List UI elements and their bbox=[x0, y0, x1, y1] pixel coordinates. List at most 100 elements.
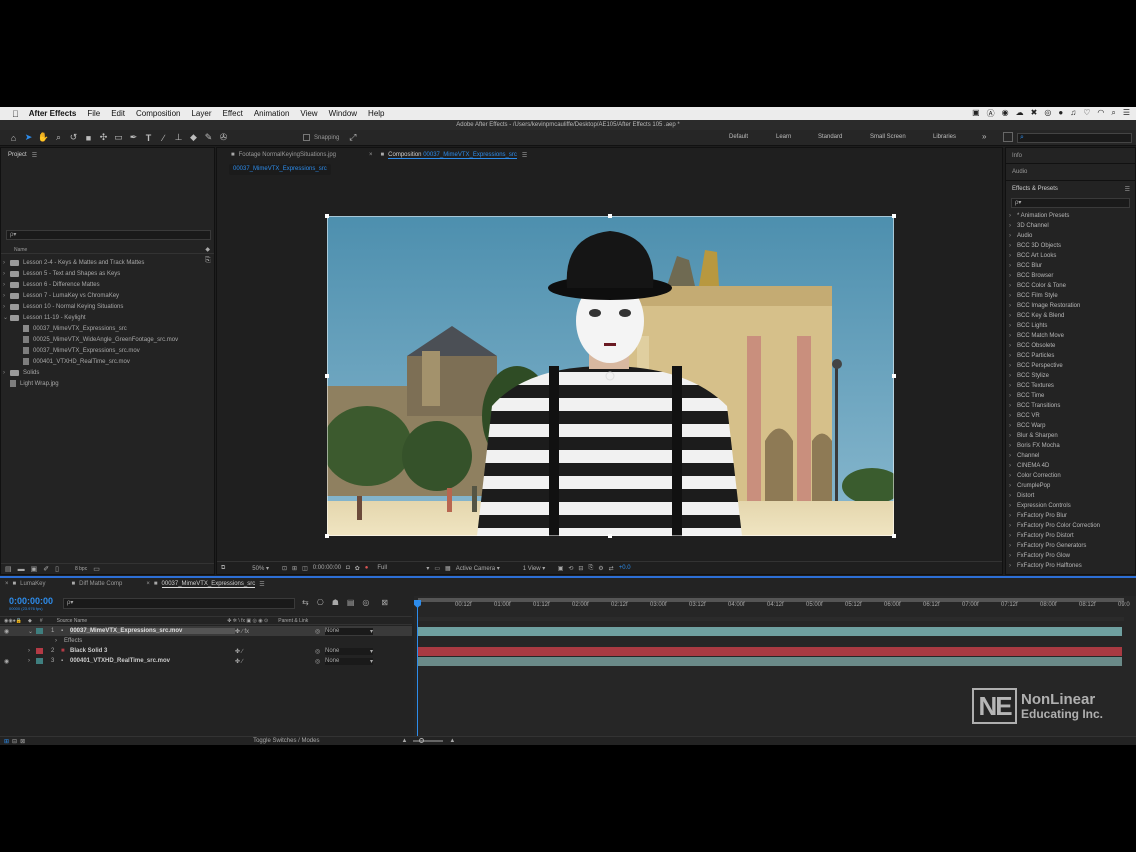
tab-diff-matte-comp[interactable]: Diff Matte Comp bbox=[79, 581, 122, 587]
table-row[interactable]: ◉ ⌄ 1 ▪ 00037_MimeVTX_Expressions_src.mo… bbox=[0, 626, 412, 636]
list-item[interactable]: 00037_MimeVTX_Expressions_src.mov bbox=[3, 345, 203, 356]
zoom-dropdown[interactable]: 50% ▾ bbox=[252, 565, 269, 572]
bpc-label[interactable]: 8 bpc bbox=[75, 566, 87, 572]
expand-arrow-icon[interactable]: › bbox=[1009, 253, 1017, 259]
fast-previews-icon[interactable]: ⟲ bbox=[568, 565, 573, 572]
effects-category-item[interactable]: › FxFactory Pro Blur bbox=[1009, 511, 1135, 521]
list-item[interactable]: ⌄ Lesson 11-19 - Keylight bbox=[3, 312, 203, 323]
layer-bounding-box[interactable] bbox=[327, 216, 894, 536]
label-column-icon[interactable]: ◆ bbox=[205, 246, 210, 253]
parent-dropdown-icon[interactable]: ◎ bbox=[315, 628, 325, 635]
expand-arrow-icon[interactable]: › bbox=[1009, 413, 1017, 419]
effects-category-item[interactable]: › Color Correction bbox=[1009, 471, 1135, 481]
expand-arrow-icon[interactable]: › bbox=[28, 648, 36, 654]
effects-category-item[interactable]: › * Animation Presets bbox=[1009, 211, 1135, 221]
panel-menu-icon[interactable]: ☰ bbox=[259, 581, 264, 588]
parent-dropdown-icon[interactable]: ◎ bbox=[315, 648, 325, 655]
close-x-icon[interactable]: ✖ bbox=[1031, 108, 1038, 119]
list-item[interactable]: 000401_VTXHD_RealTime_src.mov bbox=[3, 356, 203, 367]
expand-arrow-icon[interactable]: › bbox=[1009, 303, 1017, 309]
frame-blending-icon[interactable]: ▤ bbox=[347, 598, 355, 607]
effects-category-item[interactable]: › BCC Particles bbox=[1009, 351, 1135, 361]
menu-layer[interactable]: Layer bbox=[191, 109, 211, 118]
effects-category-item[interactable]: › Distort bbox=[1009, 491, 1135, 501]
delete-icon[interactable]: ▭ bbox=[93, 565, 100, 573]
workspace-default[interactable]: Default bbox=[729, 134, 748, 140]
render-settings-icon[interactable]: ⚙ bbox=[598, 565, 603, 572]
always-preview-icon[interactable]: ⧉ bbox=[221, 565, 225, 572]
record-icon[interactable]: ● bbox=[1058, 108, 1063, 119]
expand-arrow-icon[interactable]: › bbox=[55, 638, 64, 644]
menu-composition[interactable]: Composition bbox=[136, 109, 180, 118]
wifi-icon[interactable]: ◠ bbox=[1097, 108, 1104, 119]
expand-arrow-icon[interactable]: › bbox=[1009, 433, 1017, 439]
expand-arrow-icon[interactable]: › bbox=[1009, 223, 1017, 229]
mask-visibility-icon[interactable]: ◫ bbox=[302, 565, 308, 572]
puppet-tool-icon[interactable]: ✇ bbox=[218, 132, 229, 143]
toggle-pixel-aspect-icon[interactable]: ▣ bbox=[558, 565, 564, 572]
handle-bottom-left[interactable] bbox=[325, 534, 329, 538]
expand-arrow-icon[interactable]: › bbox=[1009, 523, 1017, 529]
expand-arrow-icon[interactable]: › bbox=[1009, 233, 1017, 239]
more-workspaces-icon[interactable]: » bbox=[982, 132, 986, 141]
tab-lumakey[interactable]: LumaKey bbox=[20, 581, 45, 587]
creative-cloud-icon[interactable]: ☁ bbox=[1016, 108, 1024, 119]
effects-category-item[interactable]: › BCC Lights bbox=[1009, 321, 1135, 331]
parent-header[interactable]: Parent & Link bbox=[278, 618, 308, 624]
expand-arrow-icon[interactable]: › bbox=[1009, 483, 1017, 489]
close-tab-icon[interactable]: × bbox=[5, 581, 9, 587]
shape-tool-icon[interactable]: ▭ bbox=[113, 132, 124, 143]
effects-category-item[interactable]: › BCC Image Restoration bbox=[1009, 301, 1135, 311]
expand-arrow-icon[interactable]: › bbox=[1009, 423, 1017, 429]
current-time-display[interactable]: 0:00:00:00 00000 (23.976 fps) bbox=[9, 596, 53, 611]
effects-group-row[interactable]: › Effects bbox=[0, 636, 412, 646]
list-item[interactable]: › Lesson 5 - Text and Shapes as Keys bbox=[3, 268, 203, 279]
timeline-search-input[interactable]: ρ▾ bbox=[63, 598, 295, 609]
resolution-dropdown[interactable]: Full ▾ bbox=[377, 565, 429, 572]
expand-arrow-icon[interactable]: › bbox=[1009, 403, 1017, 409]
menu-help[interactable]: Help bbox=[368, 109, 384, 118]
effects-category-item[interactable]: › BCC Perspective bbox=[1009, 361, 1135, 371]
tab-composition[interactable]: Composition 00037_MimeVTX_Expressions_sr… bbox=[388, 152, 517, 159]
timeline-icon[interactable]: ⊟ bbox=[578, 565, 583, 572]
type-tool-icon[interactable]: T bbox=[143, 132, 154, 143]
pan-behind-tool-icon[interactable]: ✣ bbox=[98, 132, 109, 143]
expand-arrow-icon[interactable]: › bbox=[1009, 353, 1017, 359]
handle-middle-right[interactable] bbox=[892, 374, 896, 378]
breadcrumb[interactable]: 00037_MimeVTX_Expressions_src bbox=[229, 164, 331, 175]
audio-panel-tab[interactable]: Audio bbox=[1012, 169, 1027, 175]
effects-category-item[interactable]: › BCC Browser bbox=[1009, 271, 1135, 281]
effects-category-item[interactable]: › Audio bbox=[1009, 231, 1135, 241]
eye-icon[interactable]: ◉ bbox=[1002, 108, 1009, 119]
effects-category-item[interactable]: › Channel bbox=[1009, 451, 1135, 461]
expand-arrow-icon[interactable]: › bbox=[1009, 363, 1017, 369]
name-column-header[interactable]: Name bbox=[14, 247, 27, 253]
expand-arrow-icon[interactable]: › bbox=[1009, 453, 1017, 459]
table-row[interactable]: › 2 ■ Black Solid 3 ✤ ∕ ◎ None ▾ bbox=[0, 646, 412, 656]
effects-category-item[interactable]: › BCC Time bbox=[1009, 391, 1135, 401]
apple-icon[interactable]:  bbox=[12, 109, 19, 119]
effects-presets-title[interactable]: Effects & Presets bbox=[1012, 186, 1058, 192]
layer-label-color[interactable] bbox=[36, 658, 43, 664]
effects-category-item[interactable]: › BCC Color & Tone bbox=[1009, 281, 1135, 291]
close-tab-icon[interactable]: × bbox=[369, 152, 373, 158]
panel-menu-icon[interactable]: ☰ bbox=[32, 152, 37, 159]
handle-top-left[interactable] bbox=[325, 214, 329, 218]
effects-category-item[interactable]: › CINEMA 4D bbox=[1009, 461, 1135, 471]
menu-window[interactable]: Window bbox=[329, 109, 357, 118]
snapshot-icon[interactable]: ◘ bbox=[346, 565, 350, 571]
grid-icon[interactable]: ⊞ bbox=[292, 565, 297, 572]
list-item[interactable]: 00025_MimeVTX_WideAngle_GreenFootage_src… bbox=[3, 334, 203, 345]
lock-icon[interactable]: ■ bbox=[381, 152, 385, 158]
menu-edit[interactable]: Edit bbox=[111, 109, 125, 118]
expand-arrow-icon[interactable]: › bbox=[1009, 443, 1017, 449]
workspace-small-screen[interactable]: Small Screen bbox=[870, 134, 906, 140]
zoom-slider[interactable] bbox=[413, 738, 444, 743]
search-icon[interactable]: ⌕ bbox=[1111, 108, 1115, 119]
graph-editor-icon[interactable]: ⊠ bbox=[381, 598, 388, 607]
layer-name[interactable]: 000401_VTXHD_RealTime_src.mov bbox=[70, 658, 235, 664]
handle-top-right[interactable] bbox=[892, 214, 896, 218]
layer-name[interactable]: 00037_MimeVTX_Expressions_src.mov bbox=[70, 628, 235, 634]
expand-arrow-icon[interactable]: › bbox=[1009, 543, 1017, 549]
layer-switches[interactable]: ✤ ∕ bbox=[235, 658, 315, 665]
